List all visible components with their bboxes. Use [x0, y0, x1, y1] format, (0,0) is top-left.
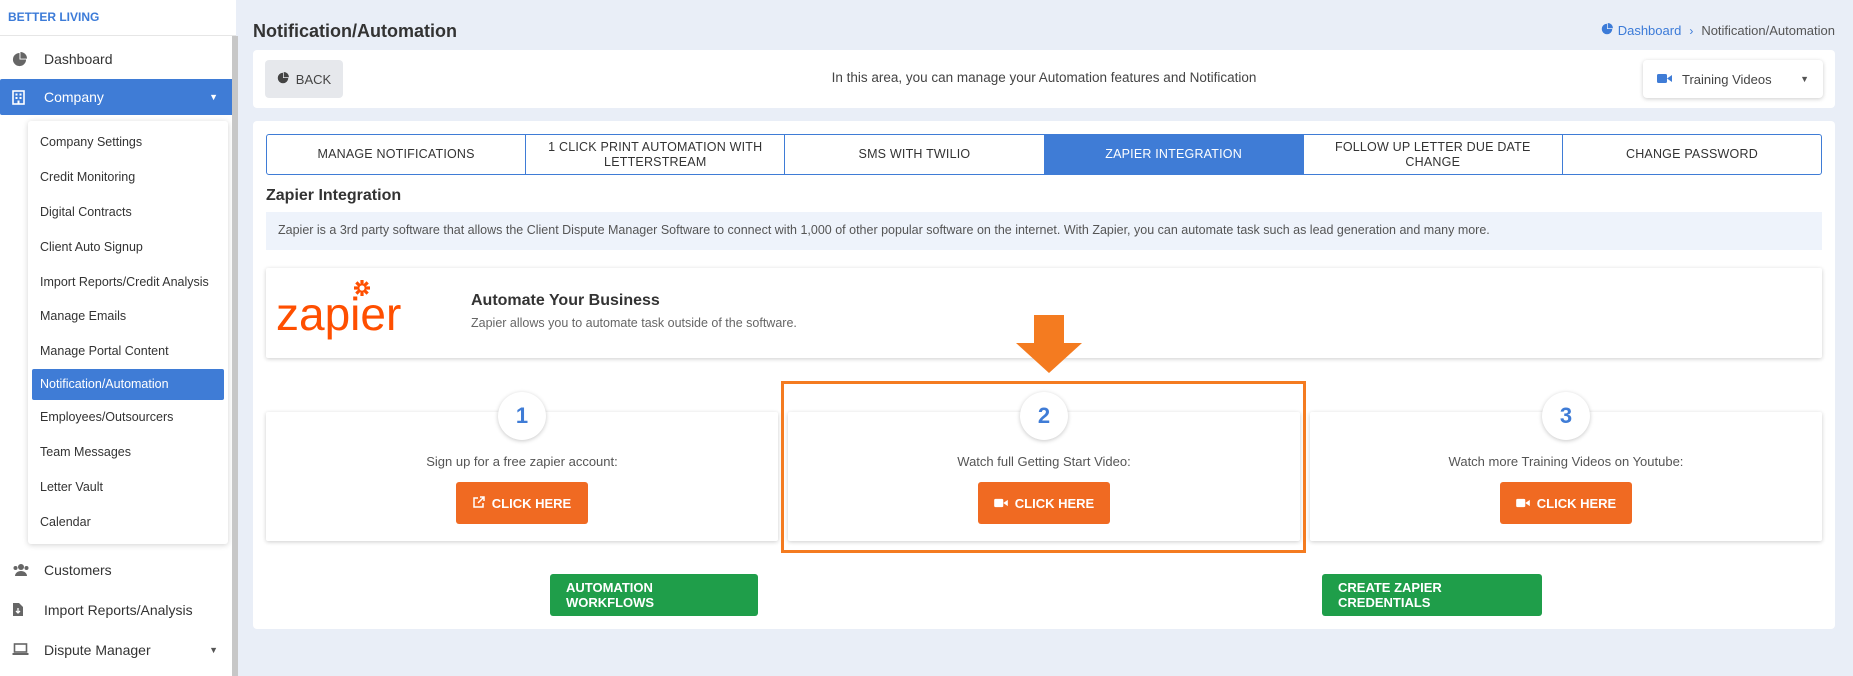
sidebar-scrollbar[interactable] — [232, 36, 238, 676]
video-camera-icon — [1515, 496, 1530, 511]
breadcrumb-current: Notification/Automation — [1701, 23, 1835, 38]
sidebar-item-dispute-manager[interactable]: Dispute Manager ▼ — [0, 630, 236, 670]
step-text: Sign up for a free zapier account: — [426, 454, 618, 469]
training-videos-select[interactable]: Training Videos ▼ — [1643, 60, 1823, 98]
sidebar-item-label: Company — [44, 89, 104, 105]
sidebar-item-dashboard[interactable]: Dashboard — [0, 39, 236, 79]
submenu-item-letter-vault[interactable]: Letter Vault — [32, 470, 224, 505]
create-zapier-credentials-button[interactable]: CREATE ZAPIER CREDENTIALS — [1322, 574, 1542, 616]
section-title: Zapier Integration — [266, 187, 402, 204]
zapier-panel: MANAGE NOTIFICATIONS 1 CLICK PRINT AUTOM… — [253, 121, 1835, 629]
step-card-youtube: 3 Watch more Training Videos on Youtube:… — [1310, 392, 1822, 541]
file-import-icon — [12, 602, 32, 617]
submenu-item-import-reports[interactable]: Import Reports/Credit Analysis — [32, 265, 224, 300]
submenu-item-manage-portal-content[interactable]: Manage Portal Content — [32, 334, 224, 369]
chevron-down-icon: ▼ — [209, 644, 218, 655]
submenu-item-calendar[interactable]: Calendar — [32, 505, 224, 540]
highlight-box — [781, 381, 1306, 553]
zapier-description: Zapier is a 3rd party software that allo… — [266, 212, 1822, 250]
users-icon — [12, 563, 32, 577]
youtube-click-here-button[interactable]: CLICK HERE — [1500, 482, 1632, 524]
submenu-item-employees[interactable]: Employees/Outsourcers — [32, 400, 224, 435]
sidebar: BETTER LIVING Dashboard Company ▼ Compan… — [0, 0, 236, 676]
arrow-down-icon — [1016, 315, 1082, 378]
svg-text:zapier: zapier — [276, 288, 401, 340]
breadcrumb-home-label: Dashboard — [1617, 23, 1682, 38]
automation-workflows-button[interactable]: AUTOMATION WORKFLOWS — [550, 574, 758, 616]
tab-bar: MANAGE NOTIFICATIONS 1 CLICK PRINT AUTOM… — [266, 134, 1822, 175]
step-text: Watch more Training Videos on Youtube: — [1448, 454, 1684, 469]
zapier-logo: zapier — [276, 278, 406, 351]
sidebar-item-label: Dashboard — [44, 51, 113, 67]
dashboard-icon — [1601, 23, 1613, 38]
dashboard-icon — [12, 51, 32, 67]
laptop-icon — [12, 643, 32, 656]
building-icon — [12, 89, 32, 105]
submenu-item-company-settings[interactable]: Company Settings — [32, 125, 224, 160]
tab-change-password[interactable]: CHANGE PASSWORD — [1563, 135, 1821, 174]
sidebar-item-company[interactable]: Company ▼ — [0, 79, 236, 115]
sidebar-item-import-reports[interactable]: Import Reports/Analysis — [0, 590, 236, 630]
chevron-down-icon: ▼ — [209, 92, 218, 102]
main-content: Notification/Automation Dashboard › Noti… — [253, 0, 1835, 676]
automate-title: Automate Your Business — [471, 292, 660, 309]
training-videos-label: Training Videos — [1682, 71, 1772, 87]
sidebar-item-label: Dispute Manager — [44, 641, 151, 658]
video-camera-icon — [1657, 72, 1672, 87]
tab-zapier-integration[interactable]: ZAPIER INTEGRATION — [1044, 135, 1304, 174]
page-title: Notification/Automation — [253, 21, 457, 41]
submenu-item-credit-monitoring[interactable]: Credit Monitoring — [32, 160, 224, 195]
step-number: 1 — [498, 392, 546, 440]
chevron-down-icon: ▼ — [1800, 74, 1809, 84]
submenu-item-digital-contracts[interactable]: Digital Contracts — [32, 195, 224, 230]
submenu-item-notification-automation[interactable]: Notification/Automation — [32, 369, 224, 400]
breadcrumb-home[interactable]: Dashboard — [1601, 23, 1682, 38]
topbar-info-text: In this area, you can manage your Automa… — [831, 70, 1257, 85]
brand-name[interactable]: BETTER LIVING — [0, 0, 236, 36]
automate-subtitle: Zapier allows you to automate task outsi… — [471, 316, 797, 330]
tab-manage-notifications[interactable]: MANAGE NOTIFICATIONS — [267, 135, 527, 174]
sidebar-item-label: Customers — [44, 561, 112, 578]
tab-sms-twilio[interactable]: SMS WITH TWILIO — [785, 135, 1045, 174]
button-label: CLICK HERE — [491, 495, 572, 511]
submenu-item-manage-emails[interactable]: Manage Emails — [32, 299, 224, 334]
submenu-item-client-auto-signup[interactable]: Client Auto Signup — [32, 230, 224, 265]
signup-click-here-button[interactable]: CLICK HERE — [456, 482, 588, 524]
submenu-item-team-messages[interactable]: Team Messages — [32, 435, 224, 470]
chevron-right-icon: › — [1689, 23, 1694, 38]
breadcrumb: Dashboard › Notification/Automation — [1601, 23, 1835, 38]
sidebar-item-label: Import Reports/Analysis — [44, 601, 193, 618]
step-card-signup: 1 Sign up for a free zapier account: CLI… — [266, 392, 778, 541]
external-link-icon — [473, 495, 485, 511]
company-submenu: Company Settings Credit Monitoring Digit… — [28, 121, 228, 544]
sidebar-item-customers[interactable]: Customers — [0, 550, 236, 590]
topbar: BACK In this area, you can manage your A… — [253, 50, 1835, 108]
tab-follow-up-letter[interactable]: FOLLOW UP LETTER DUE DATE CHANGE — [1304, 135, 1563, 174]
button-label: CLICK HERE — [1536, 495, 1617, 511]
step-number: 3 — [1542, 392, 1590, 440]
tab-print-automation[interactable]: 1 CLICK PRINT AUTOMATION WITH LETTERSTRE… — [526, 135, 786, 174]
